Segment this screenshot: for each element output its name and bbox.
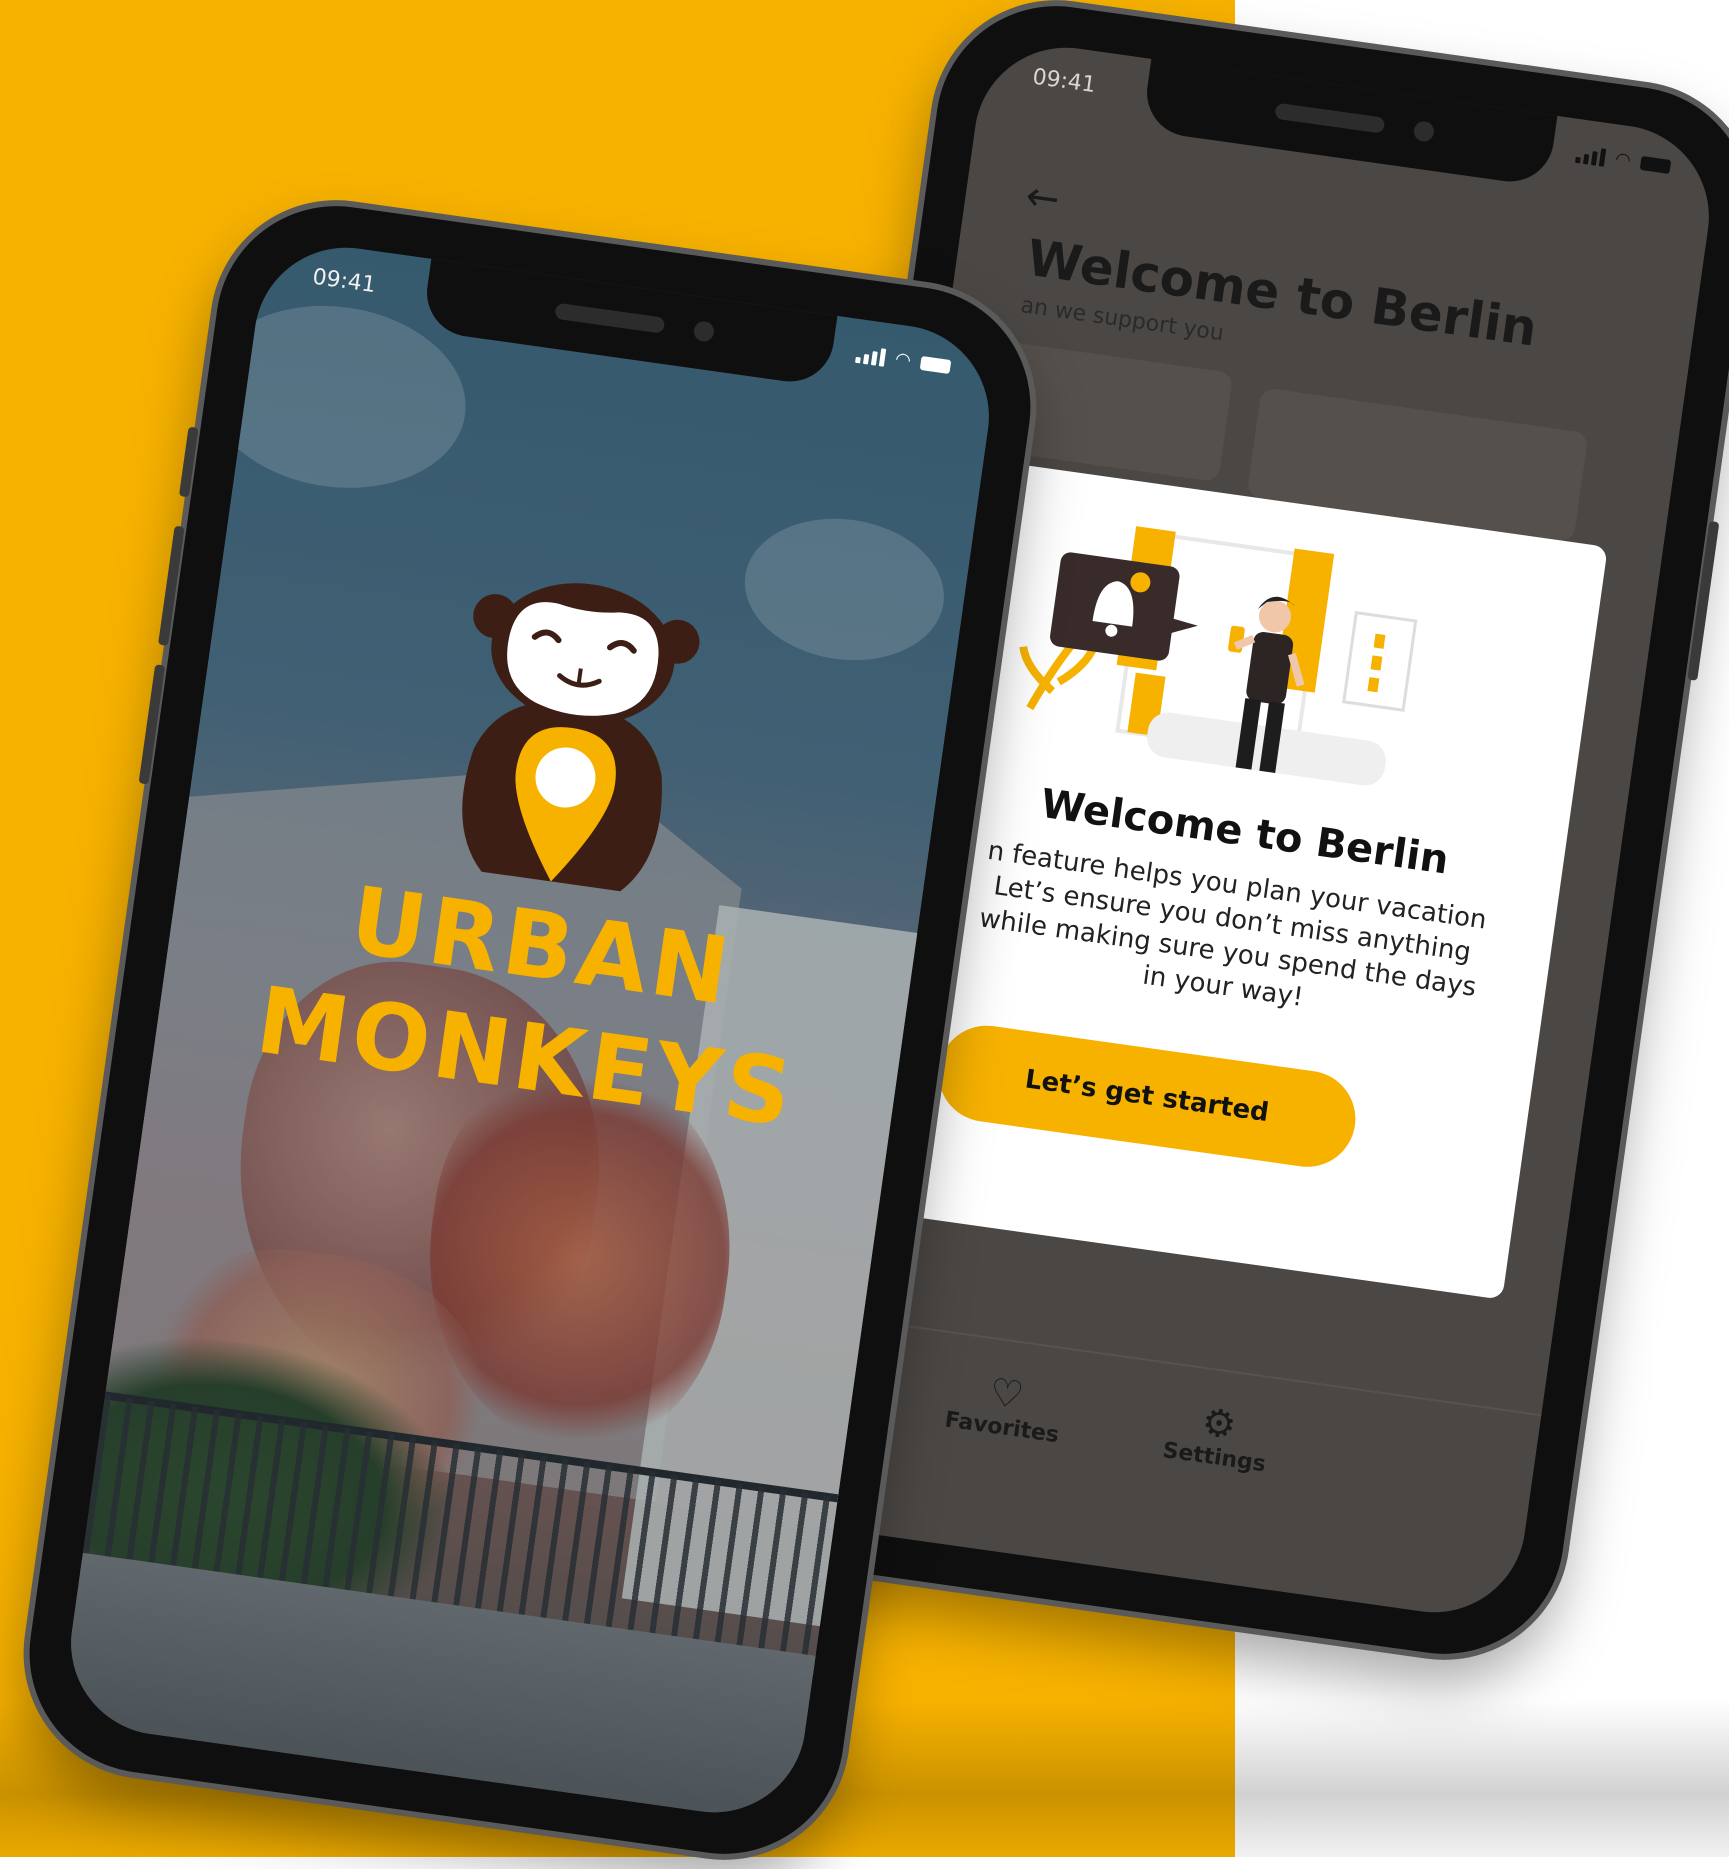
signal-icon — [1575, 144, 1607, 167]
illustration-icon — [1019, 526, 1418, 786]
battery-icon — [1639, 155, 1672, 174]
wifi-icon: ◠ — [893, 348, 913, 372]
get-started-button[interactable]: Let’s get started — [932, 1019, 1362, 1174]
tab-favorites[interactable]: ♡ Favorites — [943, 1364, 1066, 1448]
wifi-icon: ◠ — [1613, 148, 1633, 172]
signal-icon — [855, 344, 887, 367]
back-arrow-icon[interactable]: ← — [1023, 173, 1063, 223]
splash-screen: 09:41 ◠ URBAN MONKEYS — [59, 235, 1001, 1825]
gear-icon: ⚙ — [1199, 1399, 1239, 1448]
tab-settings[interactable]: ⚙ Settings — [1161, 1394, 1273, 1477]
heart-icon: ♡ — [986, 1369, 1027, 1418]
battery-icon — [919, 355, 952, 374]
